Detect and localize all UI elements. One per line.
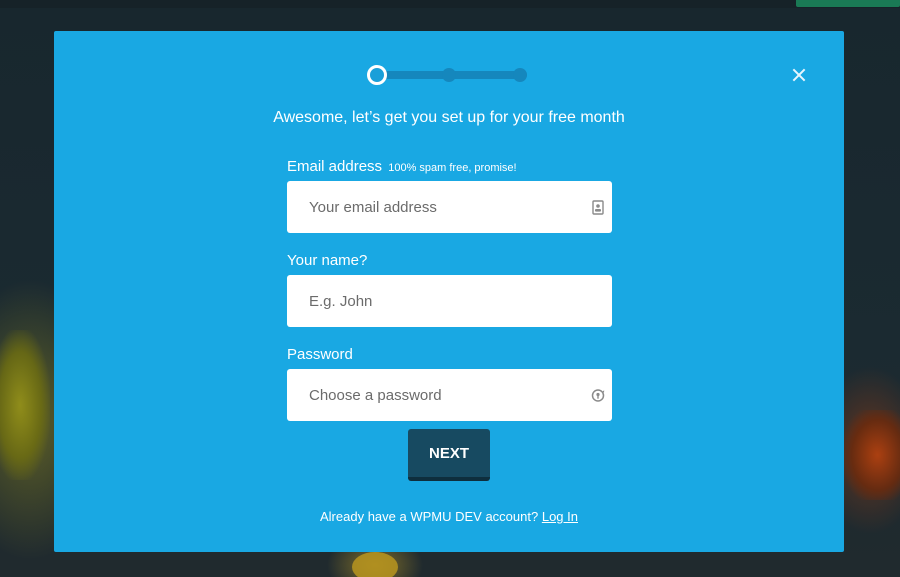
email-label-text: Email address <box>287 158 383 175</box>
contact-card-icon <box>592 200 604 215</box>
background-illustration-right <box>844 410 900 500</box>
background-header <box>0 0 900 8</box>
email-field-wrapper <box>287 181 612 233</box>
email-hint: 100% spam free, promise! <box>388 162 517 174</box>
next-button[interactable]: NEXT <box>408 429 490 481</box>
login-link[interactable]: Log In <box>542 509 578 524</box>
signup-modal: Awesome, let’s get you set up for your f… <box>54 31 844 552</box>
login-prompt-text: Already have a WPMU DEV account? <box>320 509 539 524</box>
step-progress <box>367 64 529 86</box>
name-field[interactable] <box>287 275 612 327</box>
name-field-wrapper <box>287 275 612 327</box>
password-label-text: Password <box>287 346 353 363</box>
login-prompt: Already have a WPMU DEV account? Log In <box>54 509 844 524</box>
progress-step-2 <box>442 68 456 82</box>
password-label: Password <box>287 346 612 364</box>
password-field[interactable] <box>287 369 612 421</box>
progress-step-1-active <box>367 65 387 85</box>
refresh-key-icon[interactable] <box>591 388 605 403</box>
background-badge <box>352 552 398 577</box>
password-field-wrapper <box>287 369 612 421</box>
name-label: Your name? <box>287 252 612 270</box>
background-illustration-left <box>0 330 50 480</box>
progress-step-3 <box>513 68 527 82</box>
name-label-text: Your name? <box>287 252 368 269</box>
email-field[interactable] <box>287 181 612 233</box>
signup-form: Email address 100% spam free, promise! Y… <box>287 158 612 440</box>
modal-headline: Awesome, let’s get you set up for your f… <box>273 109 625 126</box>
background-header-button <box>796 0 900 7</box>
email-label: Email address 100% spam free, promise! <box>287 158 612 176</box>
close-icon[interactable] <box>792 68 806 82</box>
